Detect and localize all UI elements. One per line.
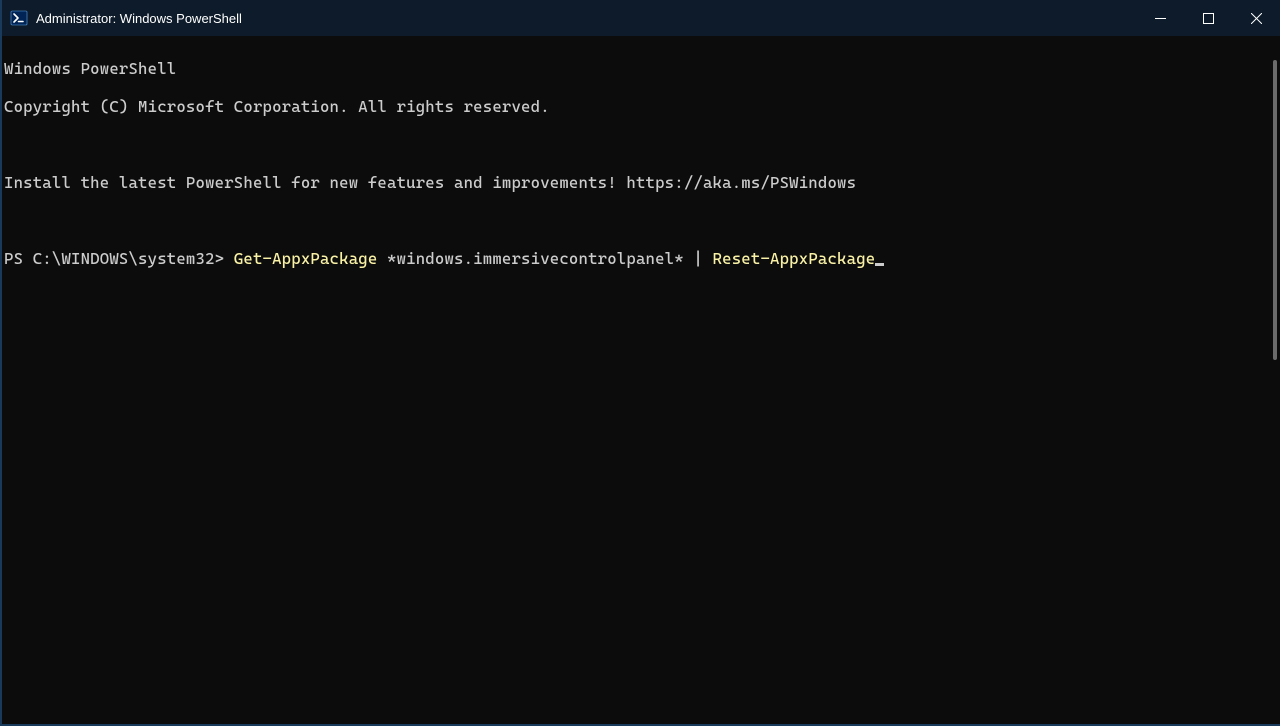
close-button[interactable] bbox=[1232, 0, 1280, 36]
window-controls bbox=[1136, 0, 1280, 36]
window-title: Administrator: Windows PowerShell bbox=[36, 11, 242, 26]
minimize-button[interactable] bbox=[1136, 0, 1184, 36]
blank-line bbox=[4, 135, 1278, 154]
maximize-icon bbox=[1203, 13, 1214, 24]
blank-line bbox=[4, 211, 1278, 230]
banner-line-2: Copyright (C) Microsoft Corporation. All… bbox=[4, 97, 1278, 116]
text-cursor bbox=[875, 263, 884, 266]
powershell-icon bbox=[10, 9, 28, 27]
maximize-button[interactable] bbox=[1184, 0, 1232, 36]
close-icon bbox=[1251, 13, 1262, 24]
command-arg: *windows.immersivecontrolpanel* bbox=[377, 249, 693, 268]
prompt-text: PS C:\WINDOWS\system32> bbox=[4, 249, 234, 268]
titlebar[interactable]: Administrator: Windows PowerShell bbox=[2, 0, 1280, 36]
scrollbar-thumb[interactable] bbox=[1273, 60, 1277, 360]
scrollbar-track[interactable] bbox=[1266, 36, 1280, 724]
minimize-icon bbox=[1155, 13, 1166, 24]
cmdlet-get: Get-AppxPackage bbox=[234, 249, 378, 268]
powershell-window: Administrator: Windows PowerShell Wind bbox=[0, 0, 1280, 726]
title-left: Administrator: Windows PowerShell bbox=[10, 9, 242, 27]
command-line: PS C:\WINDOWS\system32> Get-AppxPackage … bbox=[4, 249, 1278, 268]
terminal-output[interactable]: Windows PowerShell Copyright (C) Microso… bbox=[2, 36, 1280, 724]
cmdlet-reset: Reset-AppxPackage bbox=[713, 249, 876, 268]
install-message: Install the latest PowerShell for new fe… bbox=[4, 173, 1278, 192]
banner-line-1: Windows PowerShell bbox=[4, 59, 1278, 78]
pipe-operator: | bbox=[693, 249, 712, 268]
